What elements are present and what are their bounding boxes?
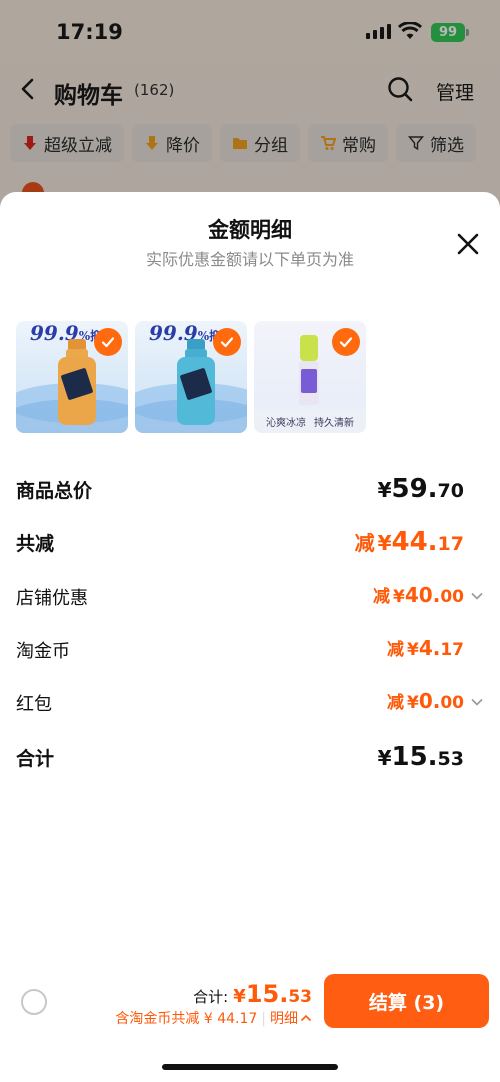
- row-label: 淘金币: [16, 641, 70, 662]
- currency: ¥: [406, 693, 419, 713]
- currency: ¥: [406, 640, 419, 660]
- mouthwash-bottle-image: [58, 339, 98, 425]
- minus-prefix: 减: [354, 531, 375, 555]
- total-label: 合计:: [193, 988, 229, 1006]
- row-taojinbi: 淘金币 减 ¥4.17: [16, 635, 484, 667]
- separator: |: [261, 1011, 266, 1027]
- tagline-right: 持久清新: [314, 417, 354, 429]
- row-label: 合计: [16, 748, 55, 770]
- home-indicator: [162, 1064, 338, 1070]
- minus-prefix: 减: [386, 640, 404, 660]
- row-red-packet[interactable]: 红包 减 ¥0.00: [16, 688, 484, 720]
- product-thumbnail[interactable]: 99.9%抑菌: [16, 321, 128, 433]
- amount-int: 4.: [418, 636, 441, 660]
- amount-int: 44.: [391, 527, 438, 557]
- row-value: 减 ¥44.17: [355, 527, 464, 557]
- footer-total: 合计: ¥15.53: [193, 980, 312, 1008]
- savings-line: 含淘金币共减 ¥ 44.17 | 明细: [115, 1008, 312, 1028]
- product-thumbnails: 99.9%抑菌 99.9%抑菌: [16, 321, 366, 433]
- currency: ¥: [377, 478, 392, 502]
- amount-int: 40.: [404, 583, 441, 607]
- amount-dec: 00: [440, 693, 464, 713]
- row-label: 店铺优惠: [16, 588, 88, 609]
- row-value: ¥15.53: [378, 742, 464, 772]
- row-total-discount: 共减 减 ¥44.17: [16, 527, 484, 559]
- minus-prefix: 减: [386, 693, 404, 713]
- selected-check-icon[interactable]: [213, 328, 241, 356]
- detail-toggle[interactable]: 明细: [270, 1011, 312, 1027]
- row-label: 共减: [16, 533, 55, 555]
- amount-dec: 00: [440, 587, 464, 607]
- amount-int: 15.: [391, 742, 438, 772]
- detail-label: 明细: [270, 1011, 298, 1027]
- minus-prefix: 减: [373, 587, 391, 607]
- chevron-up-icon: [300, 1014, 312, 1022]
- row-value: 减 ¥40.00: [373, 582, 464, 607]
- savings-text: 含淘金币共减 ¥ 44.17: [115, 1011, 258, 1027]
- row-label: 红包: [16, 694, 52, 715]
- amount-int: 59.: [391, 474, 438, 504]
- row-label: 商品总价: [16, 480, 93, 502]
- row-store-discount[interactable]: 店铺优惠 减 ¥40.00: [16, 582, 484, 614]
- close-icon[interactable]: [454, 230, 482, 258]
- row-goods-total: 商品总价 ¥59.70: [16, 474, 484, 506]
- chevron-down-icon[interactable]: [470, 695, 484, 709]
- total-amount: ¥15.53: [233, 980, 312, 1008]
- amount-dec: 53: [437, 748, 464, 770]
- chevron-down-icon[interactable]: [470, 589, 484, 603]
- product-thumbnail[interactable]: 沁爽冰凉 持久清新: [254, 321, 366, 433]
- sheet-subtitle: 实际优惠金额请以下单页为准: [145, 250, 354, 269]
- currency: ¥: [233, 986, 246, 1007]
- amount-dec: 17: [437, 533, 464, 555]
- sheet-title: 金额明细: [208, 218, 292, 242]
- currency: ¥: [377, 746, 392, 770]
- tagline-left: 沁爽冰凉: [266, 417, 306, 429]
- mouthwash-bottle-image: [177, 339, 217, 425]
- select-all-checkbox[interactable]: [21, 989, 47, 1015]
- product-thumbnail[interactable]: 99.9%抑菌: [135, 321, 247, 433]
- spray-label: [301, 369, 317, 393]
- checkout-bar: 合计: ¥15.53 含淘金币共减 ¥ 44.17 | 明细 结算 (3): [0, 960, 500, 1050]
- amount-dec: 70: [437, 480, 464, 502]
- row-value: 减 ¥0.00: [387, 688, 464, 713]
- product-tagline: 沁爽冰凉 持久清新: [254, 409, 366, 433]
- selected-check-icon[interactable]: [94, 328, 122, 356]
- row-grand-total: 合计 ¥15.53: [16, 742, 484, 774]
- amount-int: 15.: [245, 980, 289, 1008]
- amount-dec: 53: [288, 987, 312, 1007]
- selected-check-icon[interactable]: [332, 328, 360, 356]
- checkout-button[interactable]: 结算 (3): [324, 974, 489, 1028]
- currency: ¥: [393, 587, 405, 607]
- currency: ¥: [377, 531, 392, 555]
- amount-detail-sheet: 金额明细 实际优惠金额请以下单页为准 99.9%抑菌 99.9%抑菌: [0, 192, 500, 1082]
- row-value: 减 ¥4.17: [387, 635, 464, 660]
- amount-int: 0.: [418, 689, 441, 713]
- amount-dec: 17: [440, 640, 464, 660]
- spray-cap: [300, 335, 318, 361]
- row-value: ¥59.70: [378, 474, 464, 504]
